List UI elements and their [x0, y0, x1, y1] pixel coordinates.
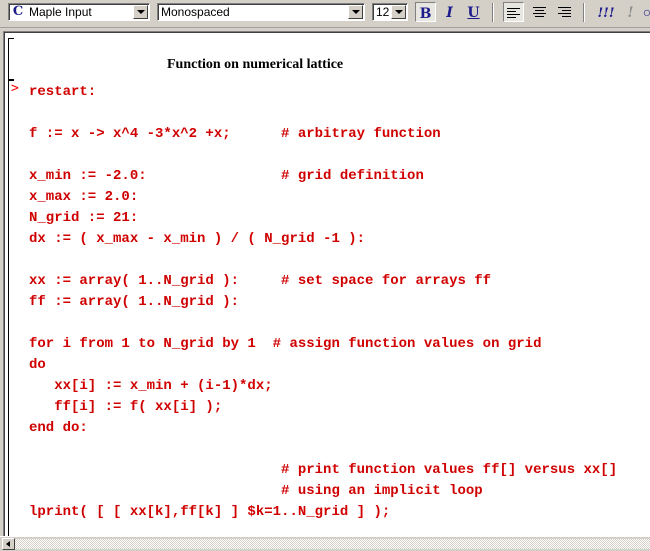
code-line[interactable]: ff[i] := f( xx[i] );: [29, 397, 617, 418]
horizontal-scrollbar[interactable]: [0, 536, 650, 551]
code-line[interactable]: [29, 250, 617, 271]
maple-input-block[interactable]: restart: f := x -> x^4 -3*x^2 +x; # arbit…: [29, 82, 617, 523]
code-line[interactable]: [29, 313, 617, 334]
code-line[interactable]: [29, 145, 617, 166]
toolbar-separator: [583, 3, 585, 22]
code-line[interactable]: dx := ( x_max - x_min ) / ( N_grid -1 ):: [29, 229, 617, 250]
align-right-button[interactable]: [554, 2, 575, 22]
italic-button[interactable]: I: [439, 2, 460, 22]
chevron-down-icon[interactable]: [391, 5, 406, 19]
section-bracket[interactable]: [8, 38, 14, 80]
code-line[interactable]: [29, 103, 617, 124]
bold-icon: B: [419, 6, 432, 22]
font-select-value: Monospaced: [161, 5, 230, 19]
underline-icon: U: [467, 5, 480, 21]
style-select-value: Maple Input: [29, 5, 92, 19]
input-prompt: >: [11, 81, 19, 96]
execute-selection-button[interactable]: !: [620, 2, 641, 22]
align-center-icon: [533, 7, 546, 18]
code-line[interactable]: do: [29, 355, 617, 376]
scroll-left-button[interactable]: [2, 538, 15, 550]
code-line[interactable]: N_grid := 21:: [29, 208, 617, 229]
align-left-button[interactable]: [503, 2, 524, 22]
font-size-value: 12: [376, 5, 390, 19]
stop-button[interactable]: ○: [642, 2, 650, 22]
code-line[interactable]: x_min := -2.0: # grid definition: [29, 166, 617, 187]
worksheet[interactable]: Function on numerical lattice > restart:…: [3, 31, 650, 539]
italic-icon: I: [446, 5, 453, 21]
bold-button[interactable]: B: [415, 2, 436, 22]
toolbar-separator: [492, 3, 494, 22]
underline-button[interactable]: U: [463, 2, 484, 22]
code-line[interactable]: x_max := 2.0:: [29, 187, 617, 208]
code-line[interactable]: restart:: [29, 82, 617, 103]
code-line[interactable]: # using an implicit loop: [29, 481, 617, 502]
chevron-down-icon[interactable]: [133, 5, 148, 19]
maple-c-icon: C: [12, 4, 24, 19]
font-size-select[interactable]: 12: [372, 3, 408, 21]
code-line[interactable]: end do:: [29, 418, 617, 439]
code-line[interactable]: [29, 439, 617, 460]
align-right-icon: [558, 7, 571, 18]
code-line[interactable]: f := x -> x^4 -3*x^2 +x; # arbitray func…: [29, 124, 617, 145]
stop-icon: ○: [642, 4, 650, 20]
style-select[interactable]: C Maple Input: [8, 3, 150, 21]
execute-worksheet-button[interactable]: !!!: [594, 2, 618, 22]
align-center-button[interactable]: [529, 2, 550, 22]
format-toolbar: C Maple Input Monospaced 12 B I U !!! ! …: [0, 0, 650, 28]
font-select[interactable]: Monospaced: [157, 3, 365, 21]
code-line[interactable]: for i from 1 to N_grid by 1 # assign fun…: [29, 334, 617, 355]
execution-group-bracket[interactable]: [8, 80, 14, 539]
chevron-down-icon[interactable]: [348, 5, 363, 19]
code-line[interactable]: lprint( [ [ xx[k],ff[k] ] $k=1..N_grid ]…: [29, 502, 617, 523]
scroll-track[interactable]: [15, 539, 650, 549]
code-line[interactable]: xx[i] := x_min + (i-1)*dx;: [29, 376, 617, 397]
section-title: Function on numerical lattice: [167, 57, 344, 72]
code-line[interactable]: xx := array( 1..N_grid ): # set space fo…: [29, 271, 617, 292]
code-line[interactable]: ff := array( 1..N_grid ):: [29, 292, 617, 313]
align-left-icon: [507, 8, 520, 19]
code-line[interactable]: # print function values ff[] versus xx[]: [29, 460, 617, 481]
execute-all-icon: !!!: [597, 6, 615, 21]
execute-selection-icon: !: [627, 5, 634, 21]
worksheet-area: Function on numerical lattice > restart:…: [0, 28, 650, 539]
